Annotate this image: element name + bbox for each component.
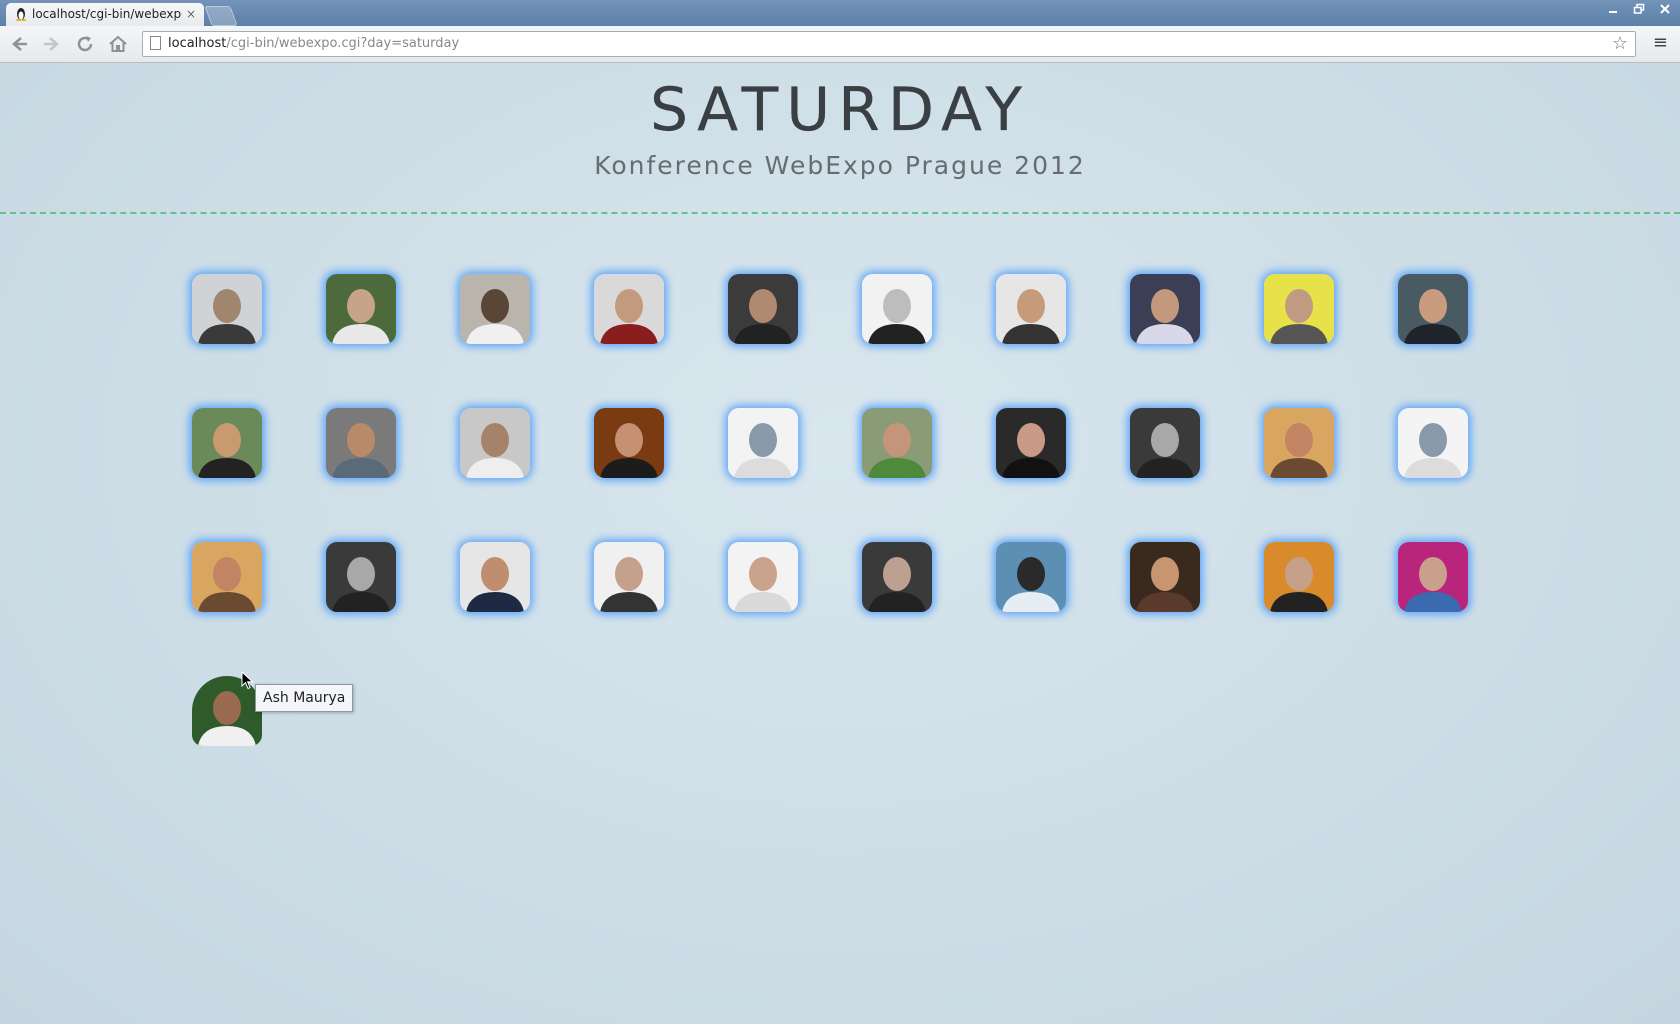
page-icon <box>150 36 161 50</box>
reload-icon[interactable] <box>74 33 96 55</box>
speaker-avatar[interactable] <box>996 408 1066 478</box>
speaker-avatar[interactable] <box>862 542 932 612</box>
speaker-photo <box>594 542 664 612</box>
address-bar[interactable]: localhost/cgi-bin/webexpo.cgi?day=saturd… <box>142 31 1636 57</box>
tux-favicon-icon <box>15 7 27 21</box>
speaker-avatar[interactable] <box>594 542 664 612</box>
url-text: localhost/cgi-bin/webexpo.cgi?day=saturd… <box>168 36 460 51</box>
speaker-photo <box>326 408 396 478</box>
speaker-photo <box>1264 274 1334 344</box>
speaker-avatar[interactable] <box>862 408 932 478</box>
speaker-photo <box>862 408 932 478</box>
tab-title: localhost/cgi-bin/webexpo <box>32 7 182 21</box>
speaker-avatar[interactable] <box>1264 274 1334 344</box>
speaker-avatar[interactable] <box>460 408 530 478</box>
speaker-photo <box>996 274 1066 344</box>
speaker-avatar[interactable] <box>996 542 1066 612</box>
speaker-avatar[interactable] <box>996 274 1066 344</box>
bookmark-star-icon[interactable]: ☆ <box>1612 33 1628 54</box>
tab-close-icon[interactable]: × <box>186 7 196 21</box>
back-icon[interactable] <box>8 33 30 55</box>
speaker-avatar[interactable] <box>192 408 262 478</box>
speaker-photo <box>326 274 396 344</box>
page-title: SATURDAY <box>649 75 1031 145</box>
speaker-photo <box>1398 274 1468 344</box>
speaker-photo <box>728 542 798 612</box>
speaker-photo <box>728 408 798 478</box>
dashed-divider <box>0 212 1680 214</box>
page-subtitle: Konference WebExpo Prague 2012 <box>594 151 1086 180</box>
mouse-cursor-icon <box>241 671 254 690</box>
speaker-avatar[interactable] <box>594 274 664 344</box>
tab-active[interactable]: localhost/cgi-bin/webexpo × <box>6 3 204 26</box>
speaker-avatar[interactable] <box>192 274 262 344</box>
speaker-photo <box>1130 542 1200 612</box>
close-window-icon[interactable] <box>1654 2 1676 20</box>
speaker-avatar[interactable] <box>326 408 396 478</box>
restore-icon[interactable] <box>1628 2 1650 20</box>
speaker-photo <box>326 542 396 612</box>
minimize-icon[interactable] <box>1602 2 1624 20</box>
speaker-avatar[interactable] <box>1130 274 1200 344</box>
speaker-avatar[interactable] <box>192 542 262 612</box>
speaker-photo <box>1130 274 1200 344</box>
speaker-photo <box>996 542 1066 612</box>
forward-icon[interactable] <box>41 33 63 55</box>
speaker-photo <box>862 542 932 612</box>
speaker-photo <box>192 274 262 344</box>
speaker-avatar[interactable] <box>326 542 396 612</box>
speaker-photo <box>1264 408 1334 478</box>
speaker-avatar[interactable] <box>1398 274 1468 344</box>
speaker-avatar[interactable] <box>1398 542 1468 612</box>
speaker-photo <box>1398 542 1468 612</box>
speaker-avatar[interactable] <box>728 542 798 612</box>
speaker-avatar[interactable] <box>862 274 932 344</box>
speaker-name-tooltip: Ash Maurya <box>255 684 354 712</box>
browser-tab-strip: localhost/cgi-bin/webexpo × <box>0 0 1680 26</box>
page-content: SATURDAY Konference WebExpo Prague 2012 <box>0 63 1680 1024</box>
speaker-photo <box>594 274 664 344</box>
menu-icon[interactable]: ≡ <box>1653 32 1668 53</box>
speaker-avatar[interactable] <box>1130 542 1200 612</box>
new-tab-button[interactable] <box>204 6 238 26</box>
home-icon[interactable] <box>107 33 129 55</box>
speaker-photo <box>1264 542 1334 612</box>
speaker-photo <box>460 408 530 478</box>
speaker-grid <box>192 274 1492 794</box>
speaker-avatar[interactable] <box>728 408 798 478</box>
speaker-avatar[interactable] <box>1398 408 1468 478</box>
browser-toolbar: localhost/cgi-bin/webexpo.cgi?day=saturd… <box>0 26 1680 63</box>
speaker-photo <box>1130 408 1200 478</box>
speaker-photo <box>728 274 798 344</box>
speaker-photo <box>862 274 932 344</box>
speaker-avatar[interactable] <box>728 274 798 344</box>
speaker-avatar[interactable] <box>460 274 530 344</box>
speaker-avatar[interactable] <box>1130 408 1200 478</box>
speaker-avatar[interactable] <box>1264 408 1334 478</box>
speaker-avatar[interactable] <box>594 408 664 478</box>
speaker-photo <box>594 408 664 478</box>
speaker-avatar[interactable] <box>460 542 530 612</box>
speaker-photo <box>1398 408 1468 478</box>
speaker-avatar[interactable] <box>326 274 396 344</box>
speaker-photo <box>192 408 262 478</box>
speaker-photo <box>460 542 530 612</box>
speaker-photo <box>996 408 1066 478</box>
speaker-photo <box>192 542 262 612</box>
speaker-avatar[interactable] <box>1264 542 1334 612</box>
speaker-photo <box>460 274 530 344</box>
